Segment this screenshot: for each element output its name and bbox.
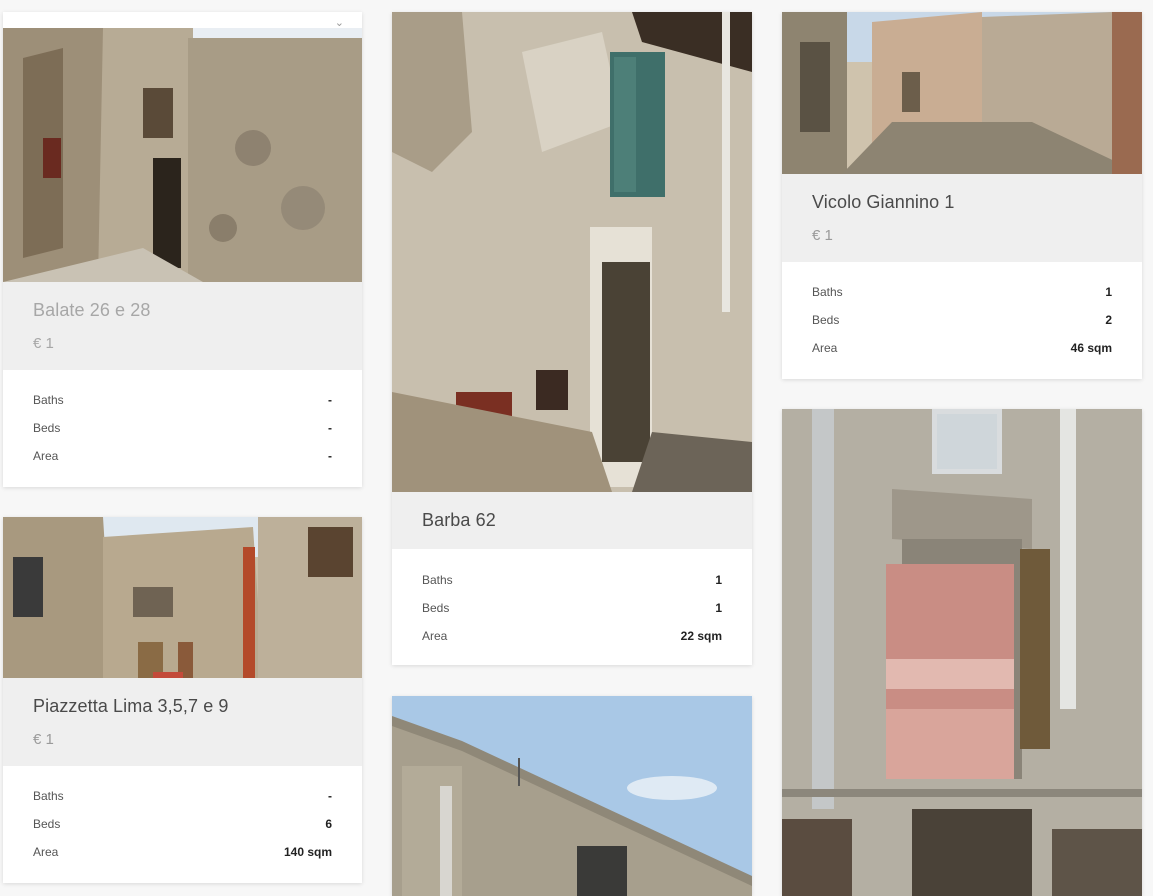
listing-title[interactable]: Piazzetta Lima 3,5,7 e 9 — [33, 696, 229, 717]
square-with-buildings-image — [3, 517, 362, 678]
stat-label: Baths — [33, 393, 64, 407]
listing-card-bottom-middle[interactable] — [392, 696, 752, 896]
listing-card-piazzetta[interactable]: Piazzetta Lima 3,5,7 e 9 € 1 Baths - Bed… — [3, 517, 362, 883]
stat-value: - — [328, 421, 332, 435]
stat-label: Baths — [812, 285, 843, 299]
stat-row-area: Area 46 sqm — [812, 341, 1112, 361]
listing-photo[interactable] — [3, 28, 362, 282]
stat-value: 2 — [1105, 313, 1112, 327]
listing-price: € 1 — [33, 731, 54, 748]
listing-header: Balate 26 e 28 € 1 — [3, 282, 362, 370]
listing-header: Piazzetta Lima 3,5,7 e 9 € 1 — [3, 678, 362, 766]
listing-header: Barba 62 — [392, 492, 752, 549]
stat-label: Beds — [422, 601, 450, 615]
stat-row-beds: Beds 6 — [33, 817, 332, 837]
stat-label: Area — [422, 629, 448, 643]
stat-row-area: Area 140 sqm — [33, 845, 332, 865]
listing-header: Vicolo Giannino 1 € 1 — [782, 174, 1142, 262]
stat-label: Baths — [33, 789, 64, 803]
listing-title[interactable]: Balate 26 e 28 — [33, 300, 151, 321]
rooftop-sky-image — [392, 696, 752, 896]
stat-row-baths: Baths - — [33, 789, 332, 809]
stat-row-beds: Beds - — [33, 421, 332, 441]
listing-card-balate[interactable]: ⌄ Balate 26 e 28 € 1 Baths - Beds - Area… — [3, 12, 362, 487]
stat-label: Baths — [422, 573, 453, 587]
weathered-wall-door-image — [392, 12, 752, 492]
facade-with-shutter-image — [782, 409, 1142, 896]
stat-value: 1 — [715, 601, 722, 615]
listing-price: € 1 — [33, 335, 54, 352]
stat-label: Area — [812, 341, 838, 355]
stone-facade-street-image — [3, 28, 362, 282]
narrow-alley-image — [782, 12, 1142, 174]
stat-label: Area — [33, 449, 59, 463]
stat-label: Beds — [812, 313, 840, 327]
stat-value: 1 — [1105, 285, 1112, 299]
stat-row-baths: Baths 1 — [812, 285, 1112, 305]
listing-photo[interactable] — [782, 409, 1142, 896]
stat-value: - — [328, 789, 332, 803]
listing-title[interactable]: Vicolo Giannino 1 — [812, 192, 954, 213]
stat-value: - — [328, 449, 332, 463]
stat-label: Beds — [33, 421, 61, 435]
listing-photo[interactable] — [782, 12, 1142, 174]
stat-value: 22 sqm — [680, 629, 722, 643]
stat-value: 6 — [325, 817, 332, 831]
listing-price: € 1 — [812, 227, 833, 244]
listing-photo[interactable] — [3, 517, 362, 678]
stat-row-baths: Baths - — [33, 393, 332, 413]
stat-row-area: Area 22 sqm — [422, 629, 722, 649]
listing-card-vicolo[interactable]: Vicolo Giannino 1 € 1 Baths 1 Beds 2 Are… — [782, 12, 1142, 379]
listing-photo[interactable] — [392, 696, 752, 896]
listing-title[interactable]: Barba 62 — [422, 510, 496, 531]
listing-photo[interactable] — [392, 12, 752, 492]
stat-label: Area — [33, 845, 59, 859]
stat-value: - — [328, 393, 332, 407]
stat-row-beds: Beds 1 — [422, 601, 722, 621]
listing-card-barba[interactable]: Barba 62 Baths 1 Beds 1 Area 22 sqm — [392, 12, 752, 665]
stat-value: 1 — [715, 573, 722, 587]
stat-value: 46 sqm — [1070, 341, 1112, 355]
listing-card-bottom-right[interactable] — [782, 409, 1142, 896]
stat-label: Beds — [33, 817, 61, 831]
stat-row-beds: Beds 2 — [812, 313, 1112, 333]
stat-row-area: Area - — [33, 449, 332, 469]
stat-value: 140 sqm — [283, 845, 332, 859]
stat-row-baths: Baths 1 — [422, 573, 722, 593]
